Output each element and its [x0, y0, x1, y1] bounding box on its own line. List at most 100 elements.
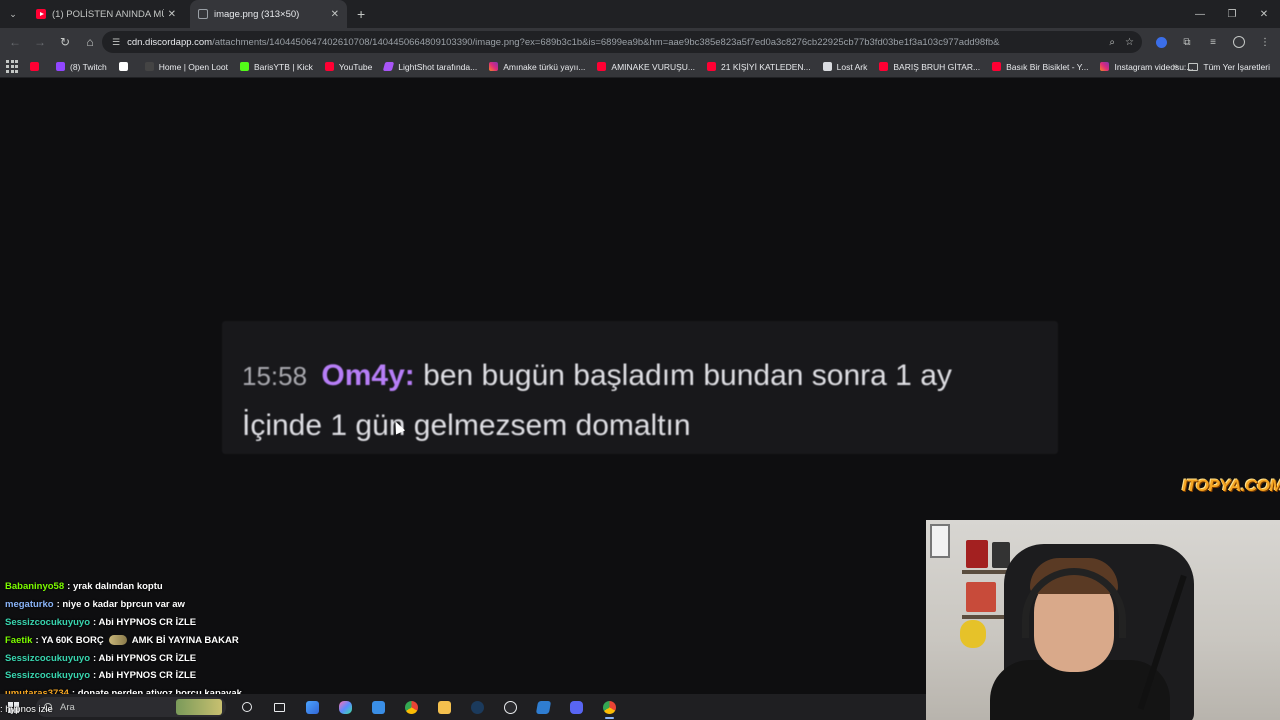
bookmark-label: Instagram videosu:... — [1114, 61, 1194, 72]
openloot-icon — [144, 62, 154, 71]
address-bar[interactable]: ☰ cdn.discordapp.com/attachments/1404450… — [102, 31, 1142, 53]
bookmark-label: LightShot tarafında... — [398, 61, 478, 72]
bookmark-item[interactable]: BARIŞ BRUH GİTAR... — [879, 62, 980, 72]
youtube-icon — [324, 62, 334, 71]
bookmark-label: BarisYTB | Kick — [254, 61, 313, 72]
message-line-1: 15:58 Om4y: ben bugün başladım bundan so… — [242, 351, 1038, 401]
cortana-icon[interactable] — [230, 694, 263, 720]
chat-message-image: 15:58 Om4y: ben bugün başladım bundan so… — [222, 321, 1058, 454]
tab-youtube[interactable]: (1) POLİSTEN ANINDA MÜDAHALE ✕ — [28, 0, 184, 28]
lostark-icon — [822, 62, 832, 71]
bookmark-item[interactable]: Home | Open Loot — [144, 61, 228, 72]
chat-message-row: Babaninyo58: yrak dalından koptu — [5, 578, 425, 596]
chat-text: : yrak dalından koptu — [67, 581, 163, 593]
chrome-active-icon[interactable] — [593, 694, 626, 720]
app-icon[interactable] — [527, 694, 560, 720]
bookmark-item[interactable]: Amınake türkü yayıı... — [489, 62, 585, 72]
steam-icon[interactable] — [461, 694, 494, 720]
window-controls: — ❐ ✕ — [1184, 0, 1280, 28]
zoom-icon[interactable]: ⌕ — [1109, 37, 1115, 48]
reload-button[interactable]: ↻ — [53, 30, 77, 54]
cam-window — [930, 524, 950, 558]
media-controls-icon[interactable]: ≡ — [1202, 31, 1224, 53]
youtube-icon — [992, 62, 1002, 71]
task-view-icon[interactable] — [263, 694, 296, 720]
youtube-icon — [597, 62, 607, 71]
chat-text: : YA 60K BORÇ — [35, 634, 104, 646]
url-path: /attachments/1404450647402610708/1404450… — [212, 36, 1000, 48]
bookmark-label: Basık Bir Bisiklet - Y... — [1006, 61, 1089, 72]
youtube-icon — [879, 62, 889, 71]
stream-chat-overlay: Babaninyo58: yrak dalından koptu megaturk… — [5, 578, 425, 703]
bookmark-label: (8) Twitch — [70, 61, 107, 72]
bookmark-label: Home | Open Loot — [158, 61, 228, 72]
minimize-icon[interactable]: — — [1184, 0, 1216, 28]
bookmark-item[interactable]: YouTube — [324, 61, 373, 72]
youtube-icon — [707, 62, 717, 71]
overlay-caption: : hypnos izle — [0, 704, 53, 715]
bookmark-item[interactable]: Basık Bir Bisiklet - Y... — [992, 62, 1088, 72]
chat-text: : niye o kadar bprcun var aw — [56, 599, 185, 611]
store-icon[interactable] — [362, 694, 395, 720]
close-icon[interactable]: ✕ — [331, 9, 339, 20]
webcam-feed — [926, 520, 1280, 720]
bookmark-label: YouTube — [338, 61, 373, 72]
chat-username: Sessizcocukuyuyo — [5, 652, 91, 664]
bookmark-item[interactable] — [30, 62, 44, 71]
bookmark-label: 21 KİŞİYİ KATLEDEN... — [721, 61, 811, 72]
home-button[interactable]: ⌂ — [78, 30, 102, 54]
chrome-icon[interactable] — [395, 694, 428, 720]
site-info-icon[interactable]: ☰ — [112, 37, 120, 48]
bookmark-item[interactable] — [118, 62, 133, 71]
chevron-right-icon[interactable]: » — [1172, 61, 1178, 72]
discord-icon[interactable] — [560, 694, 593, 720]
bookmark-item[interactable]: Instagram videosu:... — [1100, 62, 1193, 72]
message-user: Om4y: — [321, 359, 415, 392]
bookmark-item[interactable]: 21 KİŞİYİ KATLEDEN... — [707, 62, 811, 72]
instagram-icon — [1100, 62, 1110, 71]
close-window-icon[interactable]: ✕ — [1248, 0, 1280, 28]
chevron-down-icon: ⌄ — [9, 8, 17, 19]
instagram-icon — [489, 62, 499, 71]
back-button[interactable]: ← — [3, 30, 27, 54]
bookmark-item[interactable]: Lost Ark — [822, 61, 868, 72]
extension-icon[interactable] — [1150, 31, 1172, 53]
sponsor-watermark: ITOPYA.COM — [1182, 476, 1280, 495]
cam-figure — [992, 542, 1010, 568]
copilot-icon[interactable] — [329, 694, 362, 720]
tab-search-button[interactable]: ⌄ — [4, 5, 22, 23]
chat-message-row: Sessizcocukuyuyo: Abi HYPNOS CR İZLE — [5, 649, 425, 667]
close-icon[interactable]: ✕ — [168, 9, 176, 20]
taskbar-search[interactable]: Ara — [36, 697, 226, 717]
obs-icon[interactable] — [494, 694, 527, 720]
chat-message-row: Faetik: YA 60K BORÇ AMK Bİ YAYINA BAKAR — [5, 631, 425, 649]
bookmark-item[interactable]: AMINAKE VURUŞU... — [597, 62, 695, 72]
tab-title: image.png (313×50) — [214, 8, 300, 20]
apps-grid-icon[interactable] — [6, 59, 20, 74]
menu-kebab-icon[interactable]: ⋮ — [1254, 31, 1276, 53]
twitch-icon — [56, 62, 65, 71]
bookmark-item[interactable]: (8) Twitch — [56, 62, 107, 72]
extensions-puzzle-icon[interactable]: ⧉ — [1176, 31, 1198, 53]
chat-username: Faetik — [5, 634, 33, 646]
youtube-icon — [36, 9, 46, 19]
bookmark-item[interactable]: BarisYTB | Kick — [240, 62, 313, 72]
profile-icon[interactable] — [1228, 31, 1250, 53]
bookmark-item[interactable]: LightShot tarafında... — [383, 61, 478, 72]
chat-message-row: Sessizcocukuyuyo: Abi HYPNOS CR İZLE — [5, 614, 425, 632]
kick-icon — [240, 62, 249, 71]
new-tab-button[interactable]: + — [357, 6, 365, 22]
forward-button[interactable]: → — [28, 30, 52, 54]
globe-icon — [198, 9, 208, 19]
file-explorer-icon[interactable] — [428, 694, 461, 720]
app-icon[interactable] — [296, 694, 329, 720]
cam-figure — [966, 582, 996, 612]
all-bookmarks-button[interactable]: Tüm Yer İşaretleri — [1188, 62, 1270, 72]
chat-text: AMK Bİ YAYINA BAKAR — [131, 634, 239, 646]
bookmark-label: Lost Ark — [836, 61, 868, 72]
tab-image[interactable]: image.png (313×50) ✕ — [190, 0, 347, 28]
cam-figure — [960, 620, 986, 648]
bookmark-star-icon[interactable]: ☆ — [1125, 37, 1134, 48]
restore-icon[interactable]: ❐ — [1216, 0, 1248, 28]
chat-text: : Abi HYPNOS CR İZLE — [93, 652, 197, 664]
